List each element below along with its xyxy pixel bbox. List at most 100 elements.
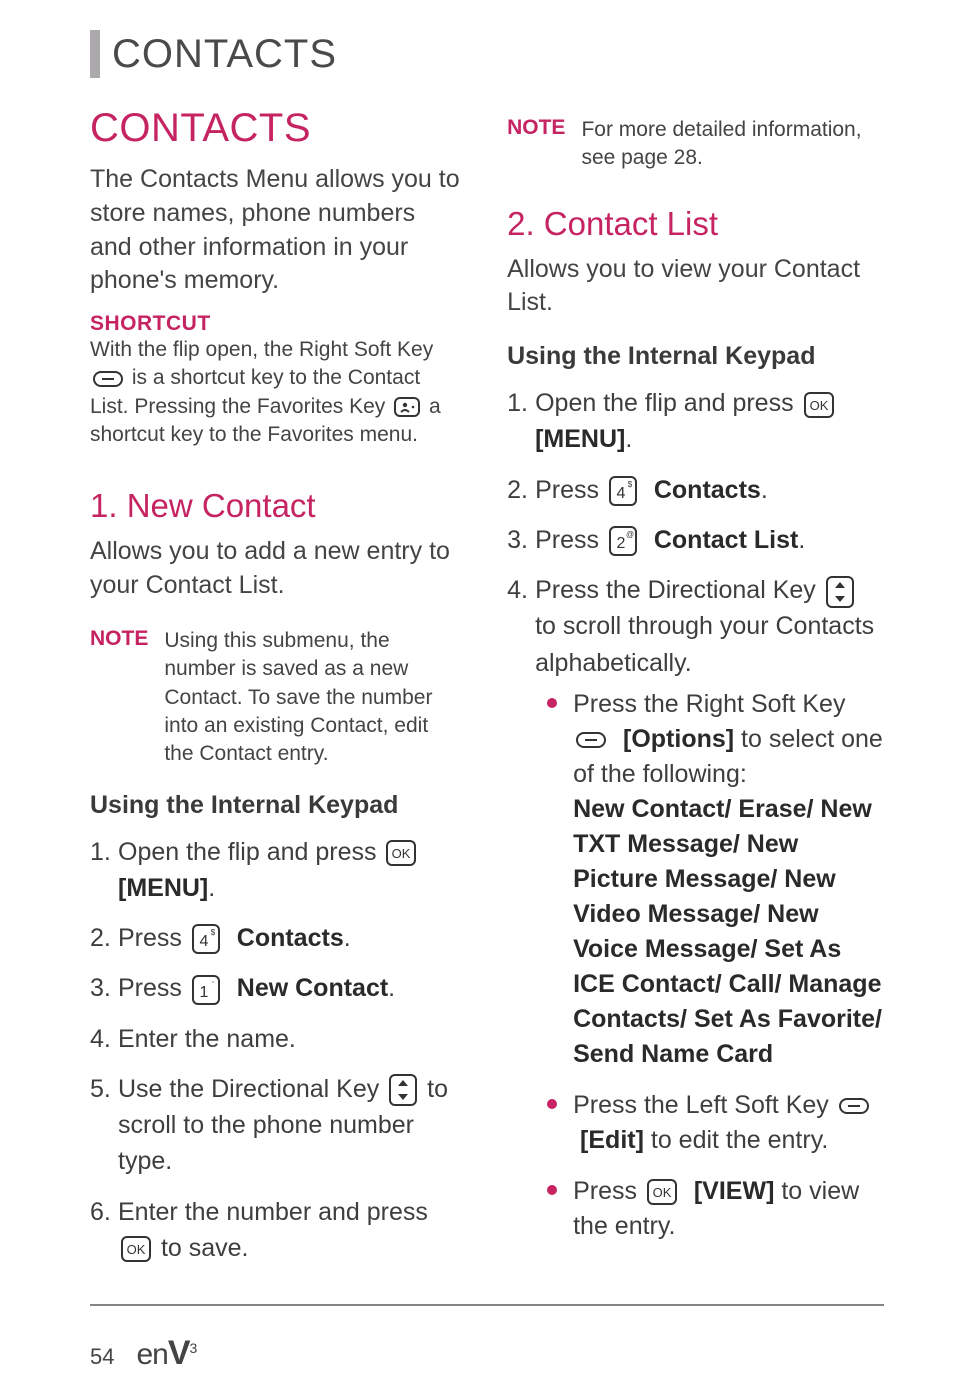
page-number: 54 [90, 1344, 114, 1370]
favorites-key-icon [394, 397, 420, 417]
step-text: Press the Directional Key [535, 576, 823, 604]
shortcut-line1a: With the flip open, the Right Soft Key [90, 338, 433, 361]
bullet-text: Press [573, 1177, 644, 1205]
svg-text:OK: OK [127, 1242, 146, 1257]
bullet-bold: [Edit] [580, 1126, 644, 1154]
ok-key-icon: OK [121, 1236, 151, 1262]
svg-text:OK: OK [653, 1185, 672, 1200]
svg-text:$: $ [628, 480, 633, 489]
keypad-heading-right: Using the Internal Keypad [507, 342, 884, 371]
shortcut-label: SHORTCUT [90, 312, 463, 336]
contact-list-intro: Allows you to view your Contact List. [507, 253, 884, 321]
bullet-edit: Press the Left Soft Key [Edit] to edit t… [535, 1088, 884, 1158]
step-1: Open the flip and press OK [MENU]. [90, 834, 463, 907]
step-bold: Contacts [654, 476, 761, 504]
svg-text:4: 4 [617, 485, 626, 502]
step-text: Enter the number and press [118, 1198, 428, 1226]
svg-text:OK: OK [809, 398, 828, 413]
right-column: NOTE For more detailed information, see … [507, 106, 884, 1286]
options-list: New Contact/ Erase/ New TXT Message/ New… [573, 795, 882, 1068]
step-1: Open the flip and press OK [MENU]. [507, 385, 884, 458]
note-more-info: NOTE For more detailed information, see … [507, 116, 884, 173]
svg-text:': ' [212, 980, 214, 989]
page-title: CONTACTS [112, 32, 337, 77]
keypad-heading-left: Using the Internal Keypad [90, 791, 463, 820]
note-label: NOTE [507, 116, 565, 173]
bullet-text-b: to edit the entry. [651, 1126, 828, 1154]
svg-text:4: 4 [199, 933, 208, 950]
note-label: NOTE [90, 627, 148, 769]
note-text: Using this submenu, the number is saved … [164, 627, 463, 769]
brand-logo: enV3 [136, 1334, 196, 1373]
bullet-bold: [Options] [623, 725, 734, 753]
section-heading-contact-list: 2. Contact List [507, 205, 884, 243]
svg-text:OK: OK [392, 846, 411, 861]
shortcut-text: With the flip open, the Right Soft Key i… [90, 336, 463, 449]
step-4: Enter the name. [90, 1021, 463, 1057]
step-text: Press [535, 526, 606, 554]
step-text: Press [535, 476, 606, 504]
directional-key-icon [826, 576, 854, 608]
step-2: Press 4$ Contacts. [507, 472, 884, 508]
keypad-2-icon: 2@ [609, 526, 637, 556]
directional-key-icon [389, 1074, 417, 1106]
keypad-4-icon: 4$ [192, 924, 220, 954]
shortcut-line2a: Pressing the Favorites Key [134, 395, 391, 418]
step-text: Press [118, 924, 189, 952]
step-bold: [MENU] [118, 874, 208, 902]
page-footer: 54 enV3 [90, 1324, 884, 1373]
bullet-bold: [VIEW] [694, 1177, 775, 1205]
right-soft-key-icon [576, 732, 606, 748]
steps-contact-list: Open the flip and press OK [MENU]. Press… [507, 385, 884, 1260]
bullet-view: Press OK [VIEW] to view the entry. [535, 1174, 884, 1244]
step-text-b: to scroll through your Contacts alphabet… [535, 612, 874, 676]
bullet-text: Press the Left Soft Key [573, 1091, 836, 1119]
logo-en: en [136, 1338, 167, 1371]
step-bold: [MENU] [535, 425, 625, 453]
left-soft-key-icon [839, 1098, 869, 1114]
page-header: CONTACTS [90, 30, 884, 78]
step-6: Enter the number and press OK to save. [90, 1194, 463, 1267]
svg-text:2: 2 [617, 535, 626, 552]
step-bold: Contacts [237, 924, 344, 952]
keypad-4-icon: 4$ [609, 476, 637, 506]
section-heading-contacts: CONTACTS [90, 106, 463, 151]
step-text: Use the Directional Key [118, 1075, 386, 1103]
bullet-text: Press the Right Soft Key [573, 690, 845, 718]
step-3: Press 2@ Contact List. [507, 522, 884, 558]
keypad-1-icon: 1' [192, 975, 220, 1005]
ok-key-icon: OK [386, 840, 416, 866]
right-soft-key-icon [93, 371, 123, 387]
bullet-options: Press the Right Soft Key [Options] to se… [535, 687, 884, 1072]
step-text: Open the flip and press [535, 389, 800, 417]
steps-new-contact: Open the flip and press OK [MENU]. Press… [90, 834, 463, 1281]
svg-text:$: $ [211, 928, 216, 937]
step-3: Press 1' New Contact. [90, 970, 463, 1006]
step-bold: New Contact [237, 974, 388, 1002]
note-new-contact: NOTE Using this submenu, the number is s… [90, 627, 463, 769]
section-heading-new-contact: 1. New Contact [90, 487, 463, 525]
content-columns: CONTACTS The Contacts Menu allows you to… [90, 106, 884, 1286]
step-text: Open the flip and press [118, 838, 383, 866]
svg-text:@: @ [626, 530, 634, 539]
header-accent-bar [90, 30, 100, 78]
ok-key-icon: OK [647, 1179, 677, 1205]
step-text-b: to save. [161, 1234, 249, 1262]
footer-rule [90, 1304, 884, 1306]
step-text: Enter the name. [118, 1025, 296, 1053]
step-5: Use the Directional Key to scroll to the… [90, 1071, 463, 1180]
step-bold: Contact List [654, 526, 798, 554]
logo-v: V [168, 1334, 190, 1372]
note-text: For more detailed information, see page … [581, 116, 884, 173]
svg-text:1: 1 [199, 984, 208, 1001]
contacts-intro: The Contacts Menu allows you to store na… [90, 163, 463, 298]
step-4: Press the Directional Key to scroll thro… [507, 572, 884, 1244]
sub-bullets: Press the Right Soft Key [Options] to se… [535, 687, 884, 1244]
step-text: Press [118, 974, 189, 1002]
new-contact-intro: Allows you to add a new entry to your Co… [90, 535, 463, 603]
step-2: Press 4$ Contacts. [90, 920, 463, 956]
page: CONTACTS CONTACTS The Contacts Menu allo… [0, 0, 954, 1374]
ok-key-icon: OK [804, 392, 834, 418]
left-column: CONTACTS The Contacts Menu allows you to… [90, 106, 467, 1286]
logo-sup: 3 [190, 1340, 197, 1356]
